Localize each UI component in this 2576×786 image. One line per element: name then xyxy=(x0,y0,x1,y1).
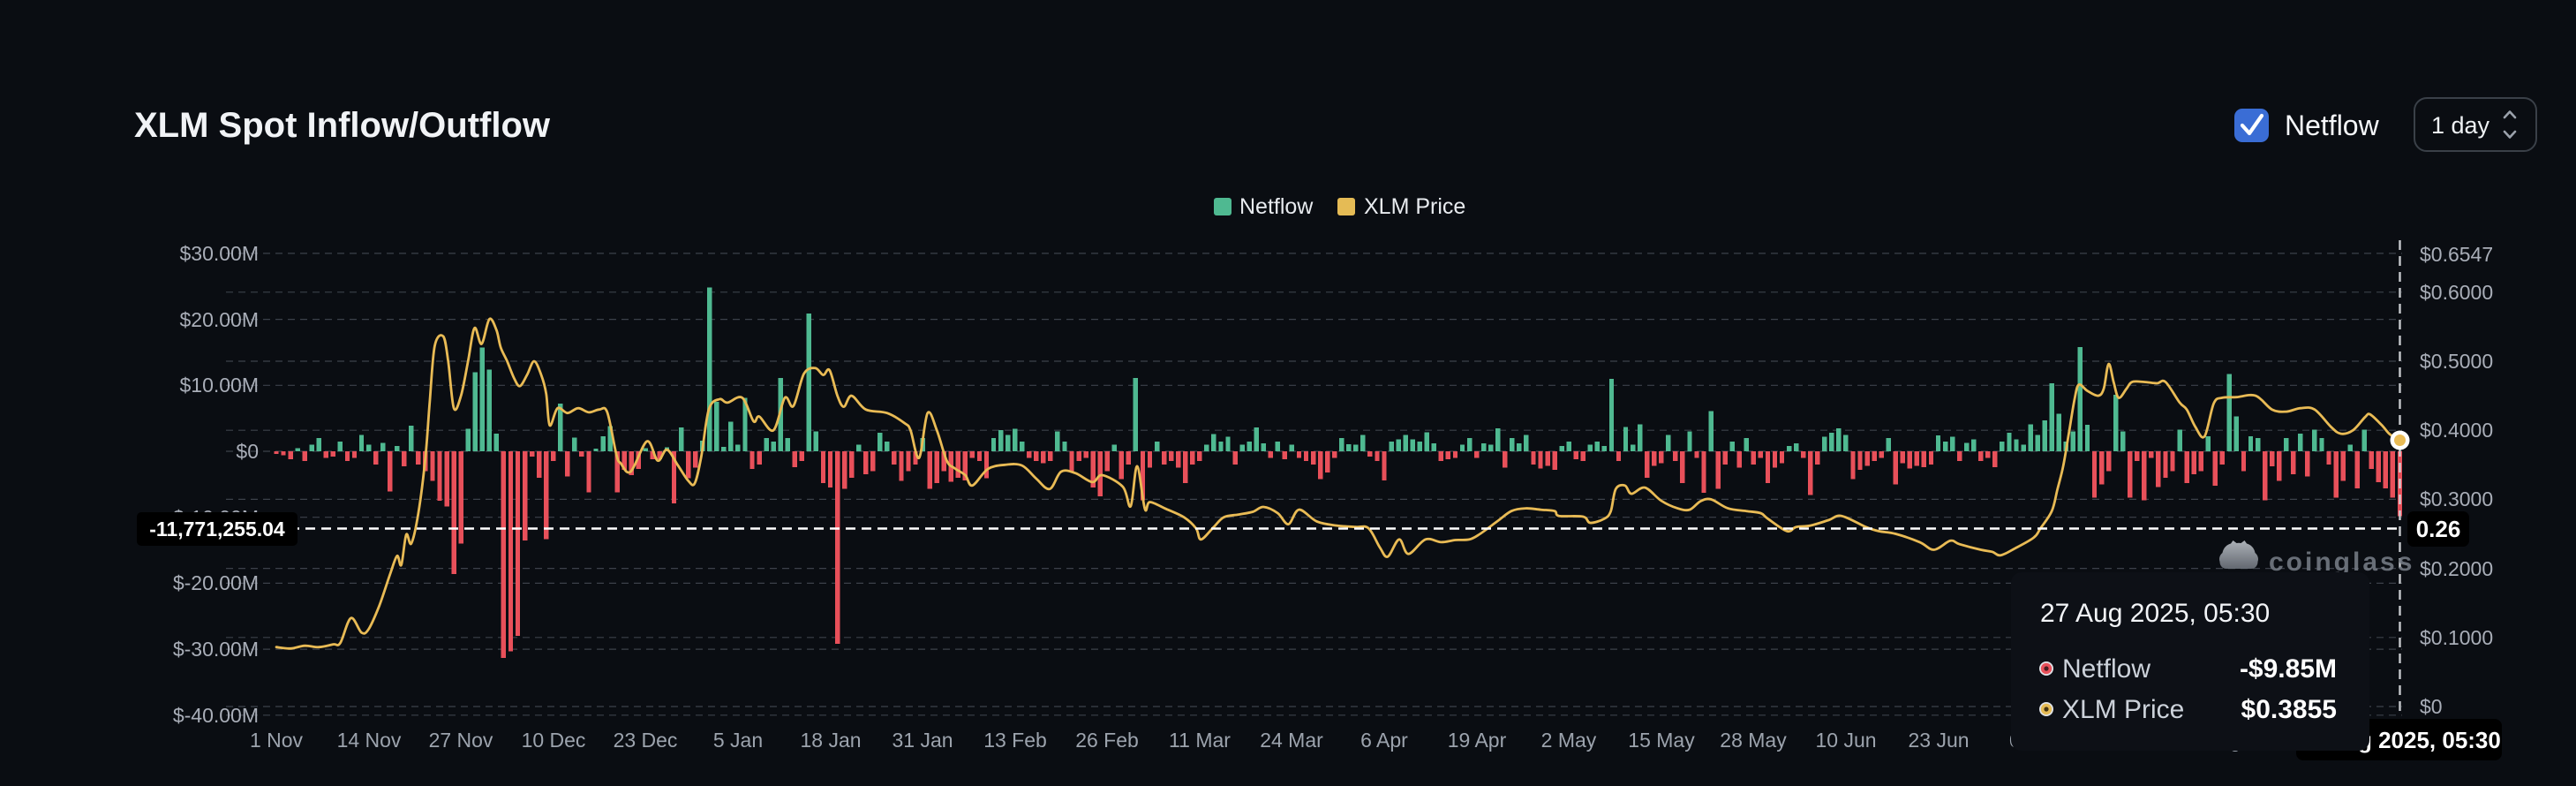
svg-text:1 Nov: 1 Nov xyxy=(250,729,304,752)
svg-text:$0: $0 xyxy=(236,440,259,463)
svg-text:2 May: 2 May xyxy=(1541,729,1597,752)
svg-text:$20.00M: $20.00M xyxy=(179,308,259,331)
svg-text:14 Nov: 14 Nov xyxy=(337,729,402,752)
svg-text:27 Nov: 27 Nov xyxy=(429,729,493,752)
svg-text:$0.6000: $0.6000 xyxy=(2420,281,2493,304)
svg-text:1 day: 1 day xyxy=(2431,112,2490,139)
svg-text:XLM Spot Inflow/Outflow: XLM Spot Inflow/Outflow xyxy=(134,106,551,145)
svg-text:0.26: 0.26 xyxy=(2416,516,2461,542)
svg-text:$0.3000: $0.3000 xyxy=(2420,487,2493,510)
svg-text:$-20.00M: $-20.00M xyxy=(173,571,259,594)
svg-text:28 May: 28 May xyxy=(1720,729,1787,752)
svg-text:5 Jan: 5 Jan xyxy=(713,729,763,752)
svg-text:$30.00M: $30.00M xyxy=(179,242,259,265)
svg-text:$0.2000: $0.2000 xyxy=(2420,557,2493,580)
svg-text:$0.6547: $0.6547 xyxy=(2420,243,2493,266)
svg-text:27 Aug 2025, 05:30: 27 Aug 2025, 05:30 xyxy=(2040,599,2270,628)
svg-text:11 Mar: 11 Mar xyxy=(1169,729,1231,752)
svg-text:18 Jan: 18 Jan xyxy=(800,729,861,752)
svg-text:$0.4000: $0.4000 xyxy=(2420,419,2493,442)
svg-text:Netflow: Netflow xyxy=(2062,654,2150,684)
svg-text:Netflow: Netflow xyxy=(1239,194,1314,219)
svg-text:Netflow: Netflow xyxy=(2285,110,2380,141)
svg-text:$0.5000: $0.5000 xyxy=(2420,350,2493,373)
svg-text:$-40.00M: $-40.00M xyxy=(173,704,259,727)
svg-text:23 Dec: 23 Dec xyxy=(614,729,678,752)
svg-text:10 Dec: 10 Dec xyxy=(522,729,586,752)
svg-text:23 Jun: 23 Jun xyxy=(1908,729,1969,752)
svg-text:-11,771,255.04: -11,771,255.04 xyxy=(149,518,285,540)
svg-text:10 Jun: 10 Jun xyxy=(1815,729,1876,752)
svg-text:31 Jan: 31 Jan xyxy=(892,729,953,752)
svg-text:$0.3855: $0.3855 xyxy=(2241,695,2337,724)
svg-text:$0.1000: $0.1000 xyxy=(2420,626,2493,649)
svg-text:19 Apr: 19 Apr xyxy=(1448,729,1507,752)
svg-text:24 Mar: 24 Mar xyxy=(1260,729,1323,752)
svg-text:-$9.85M: -$9.85M xyxy=(2240,654,2337,684)
svg-text:$0: $0 xyxy=(2420,695,2443,718)
svg-text:$10.00M: $10.00M xyxy=(179,374,259,397)
svg-text:XLM Price: XLM Price xyxy=(2062,695,2184,724)
svg-text:$-30.00M: $-30.00M xyxy=(173,638,259,661)
svg-text:6 Apr: 6 Apr xyxy=(1360,729,1408,752)
svg-text:15 May: 15 May xyxy=(1628,729,1695,752)
svg-text:13 Feb: 13 Feb xyxy=(983,729,1047,752)
svg-text:26 Feb: 26 Feb xyxy=(1075,729,1139,752)
svg-text:XLM Price: XLM Price xyxy=(1364,194,1465,219)
